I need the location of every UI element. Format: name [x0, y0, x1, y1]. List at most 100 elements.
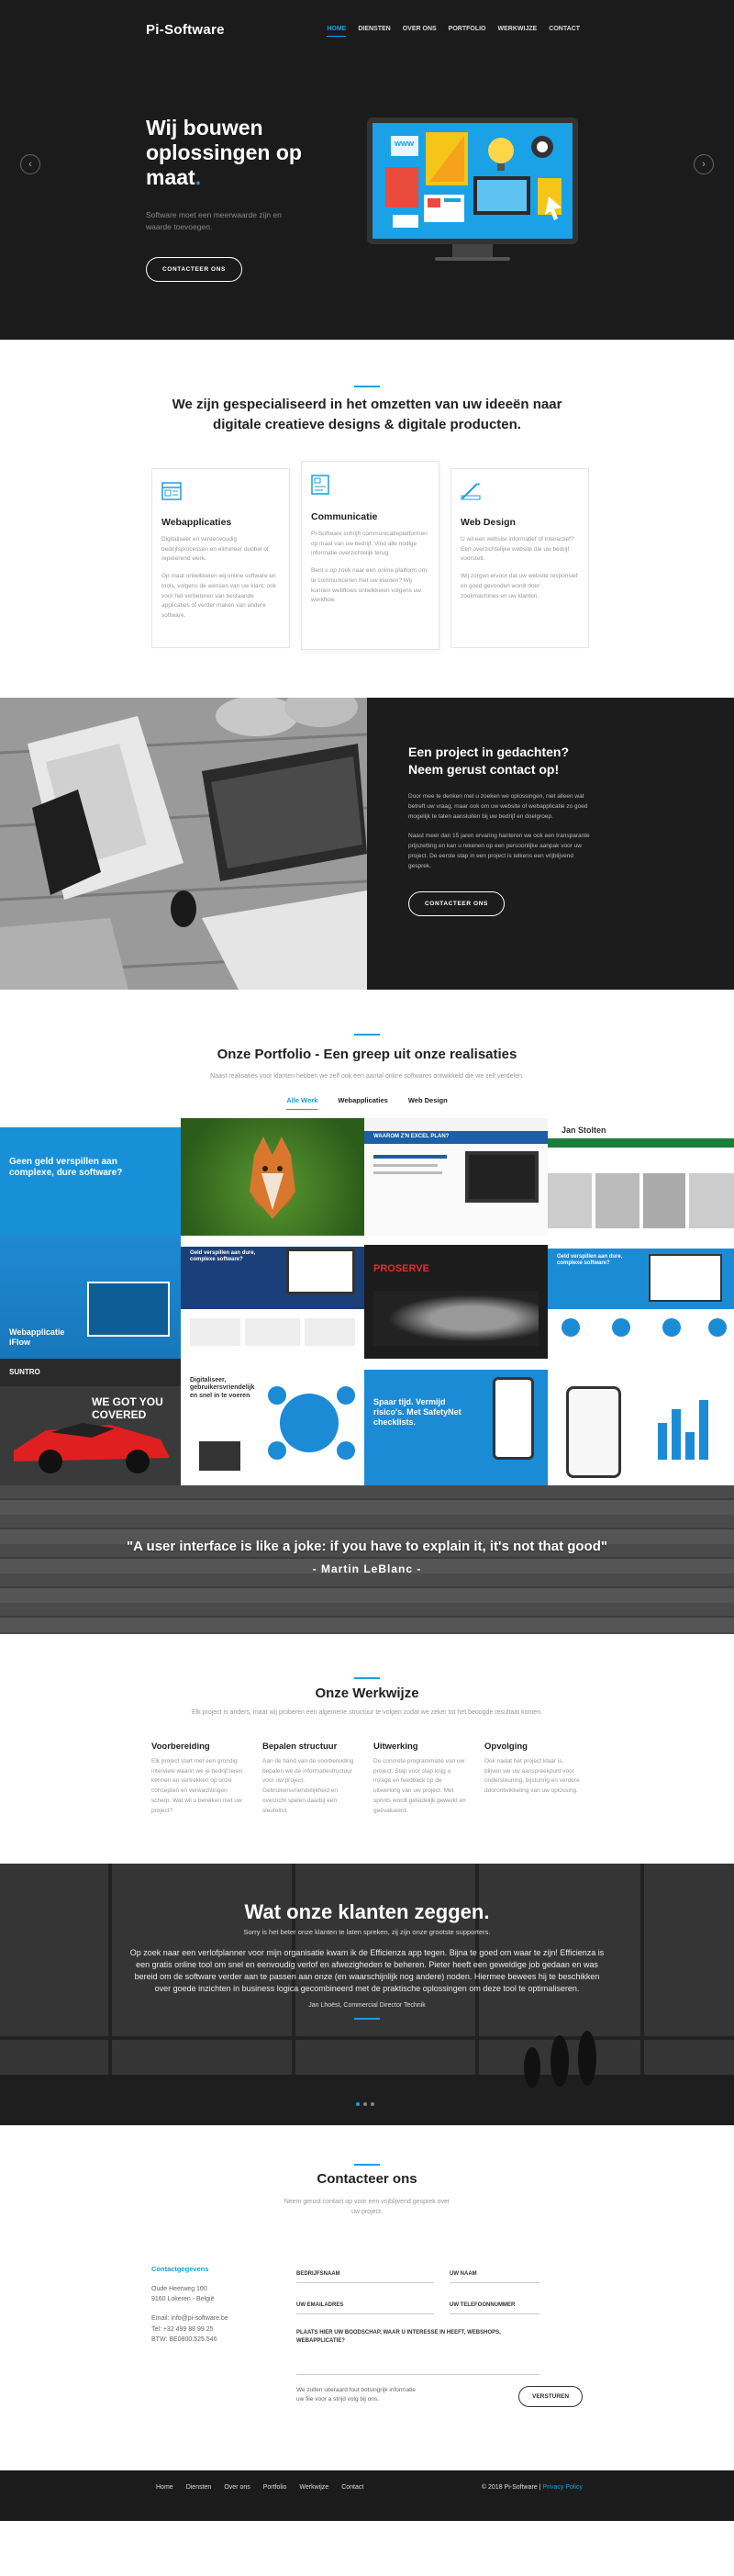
field-label: PLAATS HIER UW BOODSCHAP, WAAR U INTERES…	[296, 2330, 501, 2344]
testimonial-pagination	[356, 2102, 374, 2106]
browser-window-icon	[161, 482, 182, 500]
filter-webapplicaties[interactable]: Webapplicaties	[338, 1096, 387, 1110]
portfolio-item-dashboard[interactable]: Geld verspillen aan dure, complexe softw…	[548, 1236, 734, 1359]
project-text-block: Een project in gedachten? Neem gerust co…	[408, 744, 592, 917]
footer-link-contact[interactable]: Contact	[341, 2484, 363, 2491]
message-field[interactable]: PLAATS HIER UW BOODSCHAP, WAAR U INTERES…	[296, 2329, 539, 2375]
portfolio-item-jan-stolten[interactable]: Jan Stolten	[548, 1118, 734, 1236]
hero-title-text: Wij bouwen oplossingen op maat	[146, 116, 302, 190]
project-heading: Een project in gedachten? Neem gerust co…	[408, 745, 570, 777]
footer-link-home[interactable]: Home	[156, 2484, 173, 2491]
contact-email[interactable]: Email: info@pi-software.be	[151, 2313, 271, 2324]
contact-subtitle: Neem gerust contact op voor een vrijblij…	[284, 2199, 450, 2216]
field-label: BEDRIJFSNAAM	[296, 2271, 340, 2277]
filter-web-design[interactable]: Web Design	[408, 1096, 448, 1110]
send-button[interactable]: VERSTUREN	[518, 2386, 584, 2407]
pagination-dot[interactable]	[356, 2102, 360, 2106]
step-title: Opvolging	[484, 1742, 528, 1752]
tile-title: Serum	[7, 1130, 28, 1137]
slider-next-arrow-icon[interactable]: ›	[694, 154, 714, 174]
privacy-policy-link[interactable]: Privacy Policy	[542, 2484, 583, 2491]
footer-link-diensten[interactable]: Diensten	[186, 2484, 212, 2491]
card-text: Pi-Software schrijft communicatieplatfor…	[311, 531, 428, 557]
pagination-dot[interactable]	[363, 2102, 367, 2106]
email-field[interactable]: UW EMAILADRES	[296, 2294, 434, 2314]
section-divider	[354, 2164, 380, 2166]
logo[interactable]: Pi-Software	[146, 22, 225, 38]
network-diagram-illustration	[199, 1386, 355, 1471]
diensten-heading: We zijn gespecialiseerd in het omzetten …	[172, 397, 562, 432]
contact-info-title: Contactgegevens	[151, 2265, 209, 2273]
company-name-field[interactable]: BEDRIJFSNAAM	[296, 2263, 434, 2283]
footer-link-werkwijze[interactable]: Werkwijze	[299, 2484, 328, 2491]
portfolio-heading: Onze Portfolio - Een greep uit onze real…	[217, 1047, 517, 1062]
privacy-notice: We zullen uiteraard fout botsingrijk inf…	[296, 2387, 416, 2402]
portfolio-item-suntro[interactable]: SUNTRO WE GOT YOU COVERED	[0, 1359, 181, 1485]
footer-nav: Home Diensten Over ons Portfolio Werkwij…	[156, 2484, 363, 2491]
card-text: U wil een website informatief of interac…	[461, 536, 574, 563]
portfolio-item-excel[interactable]: WAAROM Z'N EXCEL PLAN?	[364, 1118, 548, 1236]
section-divider	[354, 1677, 380, 1679]
step-title: Uitwerking	[373, 1742, 418, 1752]
nav-portfolio[interactable]: PORTFOLIO	[449, 26, 486, 37]
nav-home[interactable]: HOME	[327, 26, 347, 37]
step-title: Bepalen structuur	[262, 1742, 338, 1752]
contact-info: Contactgegevens Oude Heerweg 100 9160 Lo…	[151, 2265, 271, 2345]
footer-link-over-ons[interactable]: Over ons	[224, 2484, 250, 2491]
project-contact-button[interactable]: CONTACTEER ONS	[408, 891, 505, 917]
name-field[interactable]: UW NAAM	[450, 2263, 539, 2283]
tile-text: Webapplicatie iFlow	[9, 1327, 65, 1347]
monitor-screen: www	[373, 123, 573, 239]
portfolio-item-serum[interactable]: Serum Geen geld verspillen aan complexe,…	[0, 1118, 181, 1236]
portfolio-item-verlof[interactable]: Geld verspillen aan dure, complexe softw…	[181, 1236, 364, 1359]
portfolio-item-proserve[interactable]: PROSERVE	[364, 1236, 548, 1359]
nav-diensten[interactable]: DIENSTEN	[358, 26, 390, 37]
portfolio-item-safetynet[interactable]: Spaar tijd. Vermijd risico's. Met Safety…	[364, 1359, 548, 1485]
werkwijze-section: Onze Werkwijze Elk project is anders, ma…	[0, 1634, 734, 1864]
hero-section: Pi-Software HOME DIENSTEN OVER ONS PORTF…	[0, 0, 734, 340]
service-card-web-design: Web Design U wil een website informatief…	[450, 468, 589, 648]
portfolio-header: Onze Portfolio - Een greep uit onze real…	[0, 990, 734, 1118]
portfolio-grid: Serum Geen geld verspillen aan complexe,…	[0, 1118, 734, 1485]
address-line: 9160 Lokeren - België	[151, 2296, 215, 2303]
step-bepalen-structuur: Bepalen structuur Aan de hand van de voo…	[262, 1742, 359, 1816]
copyright-text: © 2018 Pi-Software |	[481, 2484, 541, 2491]
card-text: Digitaliseer en vereenvoudig bedrijfspro…	[161, 536, 269, 563]
hero-title: Wij bouwen oplossingen op maat.	[146, 116, 302, 190]
pagination-dot[interactable]	[371, 2102, 374, 2106]
portfolio-item-digitaliseer[interactable]: Digitaliseer, gebruikersvriendelijk en s…	[181, 1359, 364, 1485]
testimonial-subtitle: Sorry is het beter onze klanten te laten…	[243, 1928, 491, 1936]
nav-werkwijze[interactable]: WERKWIJZE	[498, 26, 538, 37]
phone-field[interactable]: UW TELEFOONNUMMER	[450, 2294, 539, 2314]
step-opvolging: Opvolging Ook nadat het project klaar is…	[484, 1742, 581, 1816]
tile-title: Jan Stolten	[562, 1126, 606, 1135]
filter-alle-werk[interactable]: Alle Werk	[286, 1096, 318, 1110]
monitor-stand	[452, 244, 493, 257]
nav-contact[interactable]: CONTACT	[549, 26, 580, 37]
slider-prev-arrow-icon[interactable]: ‹	[20, 154, 40, 174]
portfolio-item-chart-app[interactable]	[548, 1359, 734, 1485]
field-label: UW EMAILADRES	[296, 2302, 344, 2308]
service-card-communicatie: Communicatie Pi-Software schrijft commun…	[301, 461, 439, 650]
footer-link-portfolio[interactable]: Portfolio	[263, 2484, 287, 2491]
section-divider	[354, 2018, 380, 2020]
nav-over-ons[interactable]: OVER ONS	[403, 26, 437, 37]
project-section: Een project in gedachten? Neem gerust co…	[0, 698, 734, 990]
tile-text: Spaar tijd. Vermijd risico's. Met Safety…	[373, 1397, 462, 1427]
step-voorbereiding: Voorbereiding Elk project start met een …	[151, 1742, 248, 1816]
contact-phone[interactable]: Tel: +32 499 88 99 25	[151, 2324, 271, 2335]
tile-title: PROSERVE	[373, 1263, 429, 1274]
section-divider	[354, 386, 380, 387]
fox-photo	[250, 1137, 295, 1219]
hero-subtitle: Software moet een meerwaarde zijn en waa…	[146, 210, 282, 232]
quote-text: "A user interface is like a joke: if you…	[126, 1539, 607, 1554]
monitor-base	[435, 257, 510, 261]
werkwijze-subtitle: Elk project is anders, maar wij proberen…	[191, 1709, 543, 1716]
section-divider	[354, 1034, 380, 1036]
portfolio-item-fox-photo[interactable]	[181, 1118, 364, 1236]
portfolio-item-iflow[interactable]: Webapplicatie iFlow	[0, 1236, 181, 1359]
step-uitwerking: Uitwerking De concrete programmatie van …	[373, 1742, 470, 1816]
card-text: Wij zorgen ervoor dat uw website respons…	[461, 573, 578, 599]
service-card-webapplicaties: Webapplicaties Digitaliseer en vereenvou…	[151, 468, 290, 648]
hero-contact-button[interactable]: CONTACTEER ONS	[146, 257, 242, 282]
